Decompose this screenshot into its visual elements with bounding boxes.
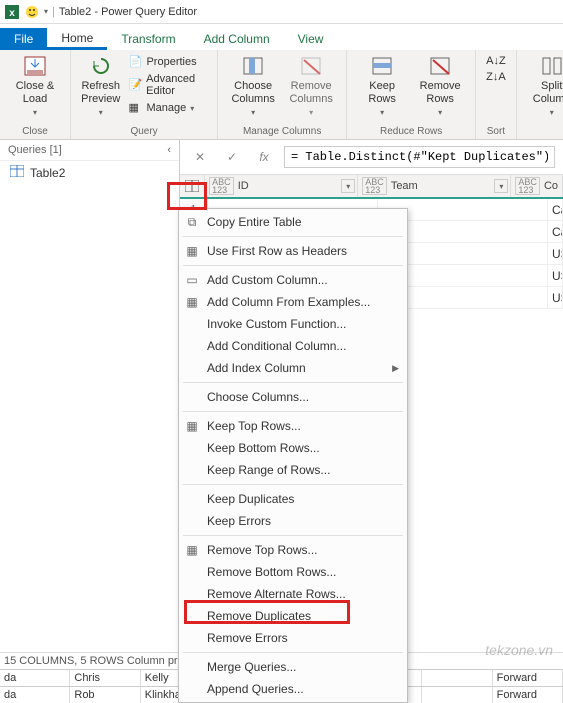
title-bar: x ▾ | Table2 - Power Query Editor: [0, 0, 563, 24]
tab-home[interactable]: Home: [47, 27, 107, 50]
menu-remove-bottom[interactable]: Remove Bottom Rows...: [179, 561, 407, 583]
menu-add-custom-column[interactable]: ▭Add Custom Column...: [179, 269, 407, 291]
tab-transform[interactable]: Transform: [107, 28, 189, 50]
group-sort: Sort: [487, 126, 505, 137]
menu-invoke-function[interactable]: Invoke Custom Function...: [179, 313, 407, 335]
menu-copy-table[interactable]: ⧉Copy Entire Table: [179, 211, 407, 233]
chevron-down-icon[interactable]: ▾: [494, 179, 508, 193]
menu-remove-top[interactable]: ▦Remove Top Rows...: [179, 539, 407, 561]
split-column-icon: [538, 54, 563, 78]
menu-choose-columns[interactable]: Choose Columns...: [179, 386, 407, 408]
group-rows: Reduce Rows: [380, 126, 442, 137]
menu-add-conditional[interactable]: Add Conditional Column...: [179, 335, 407, 357]
queries-pane: Queries [1] ‹ Table2: [0, 140, 180, 652]
keep-top-icon: ▦: [183, 419, 201, 433]
chevron-down-icon[interactable]: ▾: [341, 179, 355, 193]
choose-columns-icon: [239, 54, 267, 78]
formula-input[interactable]: [284, 146, 555, 168]
manage-button[interactable]: ▦Manage ▾: [126, 100, 209, 116]
column-team[interactable]: ABC 123 Team ▾: [358, 175, 511, 197]
fx-icon[interactable]: fx: [252, 147, 276, 167]
headers-icon: ▦: [183, 244, 201, 258]
sort-desc-button[interactable]: Z↓A: [484, 70, 508, 84]
svg-text:x: x: [9, 8, 15, 19]
tab-addcolumn[interactable]: Add Column: [190, 28, 284, 50]
group-cols: Manage Columns: [243, 126, 321, 137]
group-close: Close: [22, 126, 48, 137]
menu-remove-alternate[interactable]: Remove Alternate Rows...: [179, 583, 407, 605]
menu-use-first-row[interactable]: ▦Use First Row as Headers: [179, 240, 407, 262]
ribbon-tabs: File Home Transform Add Column View: [0, 24, 563, 50]
tab-file[interactable]: File: [0, 28, 47, 50]
refresh-icon: [87, 54, 115, 78]
menu-keep-duplicates[interactable]: Keep Duplicates: [179, 488, 407, 510]
sort-asc-button[interactable]: A↓Z: [484, 54, 508, 68]
window-title: Table2 - Power Query Editor: [59, 6, 197, 18]
close-load-icon: [21, 54, 49, 78]
menu-keep-top[interactable]: ▦Keep Top Rows...: [179, 415, 407, 437]
qat-dropdown-icon[interactable]: ▾: [44, 7, 48, 16]
menu-add-index[interactable]: Add Index Column▶: [179, 357, 407, 379]
remove-rows-button[interactable]: Remove Rows▾: [413, 54, 467, 118]
advanced-editor-button[interactable]: 📝Advanced Editor: [126, 72, 209, 98]
formula-bar: ✕ ✓ fx: [180, 140, 563, 175]
refresh-preview-button[interactable]: Refresh Preview ▾: [79, 54, 122, 118]
group-query: Query: [130, 126, 157, 137]
collapse-icon[interactable]: ‹: [167, 144, 171, 156]
queries-header: Queries [1]: [8, 144, 62, 156]
smiley-icon[interactable]: [24, 4, 40, 20]
examples-icon: ▦: [183, 295, 201, 309]
watermark: tekzone.vn: [485, 642, 553, 658]
menu-remove-duplicates[interactable]: Remove Duplicates: [179, 605, 407, 627]
remove-columns-icon: [297, 54, 325, 78]
table-icon: [10, 165, 24, 180]
tab-view[interactable]: View: [284, 28, 338, 50]
properties-icon: 📄: [128, 55, 142, 69]
sort-desc-icon: Z↓A: [486, 71, 506, 83]
menu-add-column-examples[interactable]: ▦Add Column From Examples...: [179, 291, 407, 313]
remove-columns-button[interactable]: Remove Columns▾: [284, 54, 338, 118]
menu-keep-range[interactable]: Keep Range of Rows...: [179, 459, 407, 481]
menu-append-queries[interactable]: Append Queries...: [179, 678, 407, 700]
ribbon: Close & Load ▾ Close Refresh Preview ▾ 📄…: [0, 50, 563, 140]
menu-keep-errors[interactable]: Keep Errors: [179, 510, 407, 532]
split-column-button[interactable]: Split Column▾: [525, 54, 563, 118]
cancel-icon[interactable]: ✕: [188, 147, 212, 167]
excel-icon: x: [4, 4, 20, 20]
accept-icon[interactable]: ✓: [220, 147, 244, 167]
remove-rows-icon: [426, 54, 454, 78]
editor-icon: 📝: [128, 78, 142, 92]
manage-icon: ▦: [128, 101, 142, 115]
keep-rows-icon: [368, 54, 396, 78]
query-item-table2[interactable]: Table2: [0, 161, 179, 184]
keep-rows-button[interactable]: Keep Rows▾: [355, 54, 409, 118]
close-load-button[interactable]: Close & Load ▾: [8, 54, 62, 118]
table-context-menu: ⧉Copy Entire Table ▦Use First Row as Hea…: [178, 208, 408, 703]
copy-icon: ⧉: [183, 215, 201, 230]
column-id[interactable]: ABC 123 ID ▾: [205, 175, 358, 197]
choose-columns-button[interactable]: Choose Columns▾: [226, 54, 280, 118]
custom-col-icon: ▭: [183, 273, 201, 287]
menu-keep-bottom[interactable]: Keep Bottom Rows...: [179, 437, 407, 459]
properties-button[interactable]: 📄Properties: [126, 54, 209, 70]
column-co[interactable]: ABC 123 Co: [511, 175, 563, 197]
table-corner-button[interactable]: [180, 175, 205, 197]
sort-asc-icon: A↓Z: [486, 55, 506, 67]
menu-remove-errors[interactable]: Remove Errors: [179, 627, 407, 649]
remove-top-icon: ▦: [183, 543, 201, 557]
menu-merge-queries[interactable]: Merge Queries...: [179, 656, 407, 678]
